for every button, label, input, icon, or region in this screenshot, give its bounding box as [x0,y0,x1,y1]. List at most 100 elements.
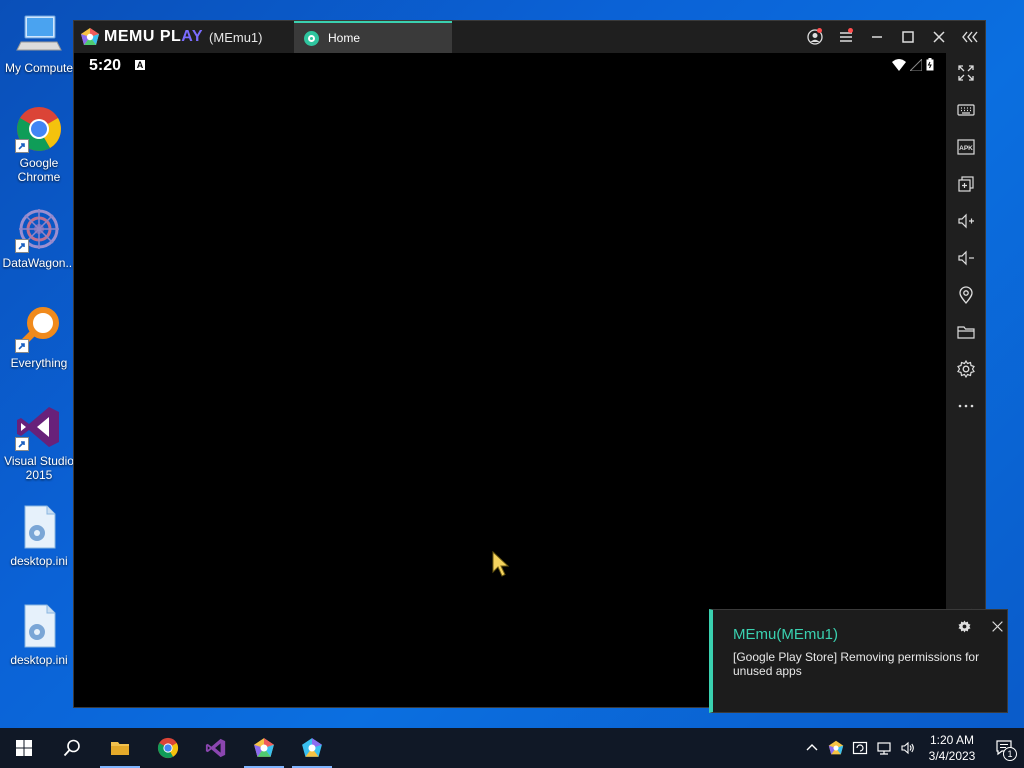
more-icon [958,404,973,407]
shortcut-arrow-icon [15,437,29,451]
collapse-toolbar-icon [961,31,978,43]
desktop-icon-google-chrome[interactable]: Google Chrome [2,105,76,184]
multi-instance-icon [957,175,974,192]
taskbar-memu[interactable] [240,728,288,768]
keyboard-button[interactable] [946,91,985,128]
toast-settings-button[interactable] [955,617,973,635]
settings-file-icon [15,503,63,551]
memu-window: MEMU PLAY (MEmu1) Home 5:20 A APK [73,20,986,708]
volume-up-icon [957,213,974,228]
notification-count-badge: 1 [1003,747,1017,761]
chevron-up-icon [806,744,818,751]
desktop-icon-visual-studio[interactable]: Visual Studio 2015 [2,403,76,482]
taskbar-chrome[interactable] [144,728,192,768]
taskbar-memu-multi[interactable] [288,728,336,768]
volume-down-button[interactable] [946,239,985,276]
minimize-button[interactable] [861,21,892,53]
status-time: 5:20 [89,57,122,74]
wifi-icon [892,58,906,71]
settings-icon [956,359,975,378]
shortcut-arrow-icon [15,239,29,253]
start-button[interactable] [0,728,48,768]
chrome-icon [157,737,179,759]
fullscreen-button[interactable] [946,54,985,91]
notification-dot [817,28,822,33]
shortcut-arrow-icon [15,139,29,153]
status-icons [892,58,934,71]
shortcut-arrow-icon [15,339,29,353]
volume-down-icon [957,250,974,265]
mouse-cursor-icon [492,551,510,577]
tray-memu[interactable] [824,728,848,768]
shared-folder-button[interactable] [946,313,985,350]
apk-install-button[interactable]: APK [946,128,985,165]
folder-icon [956,325,975,339]
toast-close-button[interactable] [988,617,1006,635]
location-button[interactable] [946,276,985,313]
android-status-bar: 5:20 A [74,53,946,77]
home-tab-icon [304,30,319,46]
volume-up-button[interactable] [946,202,985,239]
collapse-toolbar-button[interactable] [954,21,985,53]
clock-time: 1:20 AM [929,733,975,747]
notification-toast[interactable]: MEmu(MEmu1) [Google Play Store] Removing… [709,609,1008,713]
memu-titlebar[interactable]: MEMU PLAY (MEmu1) Home [74,21,985,53]
action-center-button[interactable]: 1 [984,728,1024,768]
taskbar: 1:20 AM 3/4/2023 1 [0,728,1024,768]
desktop-icon-desktop-ini[interactable]: desktop.ini [2,503,76,568]
multi-instance-button[interactable] [946,165,985,202]
close-icon [932,31,945,43]
network-icon [877,742,891,755]
title-controls [799,21,985,53]
memu-brand-name: MEMU PLAY [104,28,204,45]
datawagon-icon [15,205,63,253]
gear-icon [958,620,970,632]
visual-studio-icon [15,403,63,451]
toast-body: [Google Play Store] Removing permissions… [733,650,980,678]
desktop-icon-label: Google Chrome [17,156,61,184]
everything-search-icon [15,305,63,353]
desktop-icon-my-computer[interactable]: My Compute [2,10,76,75]
close-icon [991,620,1003,632]
maximize-button[interactable] [892,21,923,53]
file-explorer-icon [111,742,129,755]
search-icon [63,739,80,757]
close-button[interactable] [923,21,954,53]
memu-tray-icon [828,740,844,755]
desktop-icon-desktop-ini-2[interactable]: desktop.ini [2,602,76,667]
toast-title: MEmu(MEmu1) [733,626,839,643]
show-hidden-icons-button[interactable] [800,728,824,768]
svg-text:APK: APK [959,145,973,152]
maximize-icon [901,31,914,43]
account-button[interactable] [799,21,830,53]
desktop-icon-label: DataWagon... [2,256,76,270]
chrome-icon [15,105,63,153]
more-button[interactable] [946,387,985,424]
volume-icon [901,741,914,755]
windows-start-icon [16,740,32,756]
desktop-icon-label: Everything [10,356,68,370]
taskbar-clock[interactable]: 1:20 AM 3/4/2023 [920,732,984,764]
system-tray: 1:20 AM 3/4/2023 1 [800,728,1024,768]
tray-volume[interactable] [896,728,920,768]
clock-date: 3/4/2023 [928,749,976,763]
desktop-icon-label: desktop.ini [10,554,68,568]
keyboard-icon [956,103,975,116]
update-icon [852,741,868,755]
apk-icon: APK [956,138,975,155]
tab-home[interactable]: Home [294,21,452,53]
settings-button[interactable] [946,350,985,387]
memu-logo-icon [81,28,99,45]
tray-update[interactable] [848,728,872,768]
tray-network[interactable] [872,728,896,768]
search-button[interactable] [48,728,96,768]
status-notification-icon: A [135,60,145,70]
taskbar-visual-studio[interactable] [192,728,240,768]
visual-studio-icon [205,738,226,758]
desktop-icon-everything[interactable]: Everything [2,305,76,370]
settings-file-icon [15,602,63,650]
desktop-icon-datawagon[interactable]: DataWagon... [2,205,76,270]
taskbar-file-explorer[interactable] [96,728,144,768]
menu-button[interactable] [830,21,861,53]
battery-icon [926,58,934,71]
